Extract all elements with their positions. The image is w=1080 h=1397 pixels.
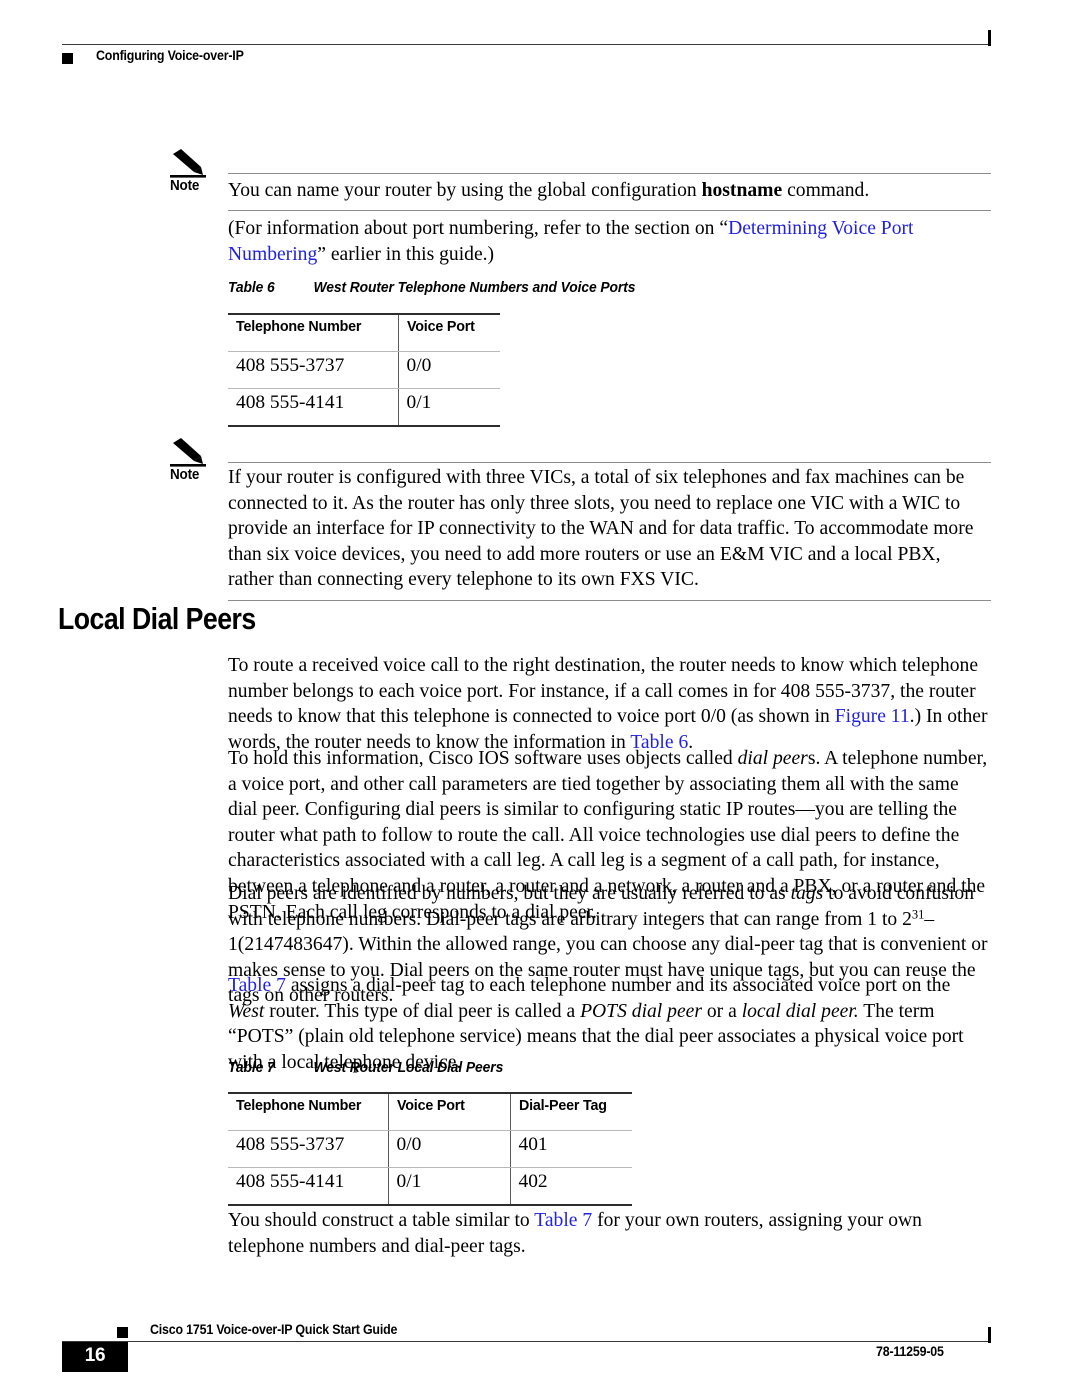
note-top-rule bbox=[228, 173, 991, 174]
page-number: 16 bbox=[84, 1345, 106, 1366]
table6-caption-title: West Router Telephone Numbers and Voice … bbox=[313, 280, 636, 296]
p4-s2: router. This type of dial peer is called… bbox=[264, 1000, 581, 1022]
table7-col-voice-port: Voice Port bbox=[387, 1092, 510, 1131]
table7-caption-number: Table 7 bbox=[228, 1060, 275, 1076]
term-tags: tags bbox=[790, 883, 824, 904]
document-number: 78-11259-05 bbox=[876, 1344, 944, 1359]
p5-s1: You should construct a table similar to bbox=[228, 1210, 535, 1231]
footer-guide-title: Cisco 1751 Voice-over-IP Quick Start Gui… bbox=[150, 1322, 398, 1337]
table7-cell-port: 0/1 bbox=[387, 1167, 510, 1206]
note-paragraph: You can name your router by using the gl… bbox=[228, 178, 991, 204]
note-label: Note bbox=[170, 467, 200, 483]
page-title: Local Dial Peers bbox=[58, 601, 256, 636]
table7-col-label: Telephone Number bbox=[236, 1097, 362, 1114]
table-row: 408 555-4141 0/1 402 bbox=[228, 1167, 632, 1206]
p3-s1: Dial peers are identified by numbers, bu… bbox=[228, 883, 791, 904]
p2-s1: To hold this information, Cisco IOS soft… bbox=[228, 748, 738, 769]
term-west: West bbox=[228, 1000, 265, 1022]
p4-s3: or a bbox=[701, 1000, 742, 1022]
term-dial-peer: dial peer bbox=[737, 748, 808, 769]
note-bottom-rule bbox=[228, 600, 991, 601]
running-footer: Cisco 1751 Voice-over-IP Quick Start Gui… bbox=[0, 1318, 1080, 1388]
note-bottom-rule bbox=[228, 210, 991, 211]
port-numbering-lead: (For information about port numbering, r… bbox=[228, 218, 729, 239]
table6-caption-number: Table 6 bbox=[228, 280, 275, 296]
table6: Telephone Number Voice Port 408 555-3737… bbox=[228, 313, 500, 427]
pencil-icon bbox=[170, 437, 210, 467]
table7-header-row: Telephone Number Voice Port Dial-Peer Ta… bbox=[228, 1092, 632, 1131]
black-square-icon bbox=[62, 53, 73, 64]
note-label: Note bbox=[170, 178, 200, 194]
table6-cell-phone: 408 555-3737 bbox=[228, 351, 398, 389]
port-numbering-tail: ” earlier in this guide.) bbox=[317, 243, 495, 265]
table7-cell-tag: 401 bbox=[509, 1130, 632, 1168]
note-text-tail: command. bbox=[782, 180, 870, 201]
table7-caption-title: West Router Local Dial Peers bbox=[313, 1060, 504, 1076]
table6-col-label: Voice Port bbox=[406, 318, 475, 335]
p4-s1: assigns a dial-peer tag to each telephon… bbox=[285, 975, 951, 996]
table6-header-row: Telephone Number Voice Port bbox=[228, 313, 500, 352]
note-body: If your router is configured with three … bbox=[228, 465, 991, 593]
pencil-icon bbox=[170, 148, 210, 178]
paragraph-construct-table: You should construct a table similar to … bbox=[228, 1208, 991, 1259]
table7-col-label: Dial-Peer Tag bbox=[518, 1097, 607, 1114]
paragraph-text: To route a received voice call to the ri… bbox=[228, 653, 991, 755]
xref-table-7[interactable]: Table 7 bbox=[228, 975, 286, 996]
page-number-box: 16 bbox=[62, 1342, 128, 1372]
note-paragraph: If your router is configured with three … bbox=[228, 467, 974, 591]
term-local-dial-peer: local dial peer. bbox=[741, 1000, 859, 1022]
paragraph-text: You should construct a table similar to … bbox=[228, 1208, 991, 1259]
table7-col-label: Voice Port bbox=[396, 1097, 465, 1114]
table-row: 408 555-4141 0/1 bbox=[228, 388, 500, 427]
table6-cell-port: 0/0 bbox=[397, 351, 500, 389]
header-title: Configuring Voice-over-IP bbox=[96, 48, 244, 63]
table-row: 408 555-3737 0/0 bbox=[228, 351, 500, 389]
table6-caption: Table 6 West Router Telephone Numbers and… bbox=[228, 280, 635, 296]
table6-col-telephone-number: Telephone Number bbox=[228, 313, 398, 352]
table6-cell-port: 0/1 bbox=[397, 388, 500, 427]
note-top-rule bbox=[228, 462, 991, 463]
footer-rule bbox=[62, 1341, 990, 1342]
table7-caption: Table 7 West Router Local Dial Peers bbox=[228, 1060, 503, 1076]
port-numbering-paragraph: (For information about port numbering, r… bbox=[228, 216, 991, 267]
footer-edge-tick bbox=[988, 1327, 991, 1343]
black-square-icon bbox=[117, 1327, 128, 1338]
table7-col-telephone-number: Telephone Number bbox=[228, 1092, 388, 1131]
document-page: Configuring Voice-over-IP Note You can n… bbox=[0, 0, 1080, 1397]
exponent-31: 31 bbox=[911, 907, 925, 922]
paragraph-routing-intro: To route a received voice call to the ri… bbox=[228, 653, 991, 755]
note-text-lead: You can name your router by using the gl… bbox=[228, 180, 702, 201]
table7: Telephone Number Voice Port Dial-Peer Ta… bbox=[228, 1092, 632, 1206]
table6-col-voice-port: Voice Port bbox=[397, 313, 500, 352]
xref-table-7[interactable]: Table 7 bbox=[534, 1210, 592, 1231]
paragraph-text: (For information about port numbering, r… bbox=[228, 216, 991, 267]
note-body: You can name your router by using the gl… bbox=[228, 178, 991, 204]
table7-cell-phone: 408 555-4141 bbox=[228, 1167, 388, 1206]
table7-col-dial-peer-tag: Dial-Peer Tag bbox=[509, 1092, 632, 1131]
table7-cell-port: 0/0 bbox=[387, 1130, 510, 1168]
table6-col-label: Telephone Number bbox=[236, 318, 362, 335]
xref-figure-11[interactable]: Figure 11 bbox=[835, 706, 910, 727]
table7-cell-tag: 402 bbox=[509, 1167, 632, 1206]
table-row: 408 555-3737 0/0 401 bbox=[228, 1130, 632, 1168]
table7-cell-phone: 408 555-3737 bbox=[228, 1130, 388, 1168]
hostname-command-term: hostname bbox=[701, 180, 783, 201]
header-rule bbox=[62, 44, 990, 45]
running-header: Configuring Voice-over-IP bbox=[0, 30, 1080, 78]
header-edge-tick bbox=[988, 30, 991, 46]
table6-cell-phone: 408 555-4141 bbox=[228, 388, 398, 427]
term-pots-dial-peer: POTS dial peer bbox=[580, 1000, 702, 1022]
